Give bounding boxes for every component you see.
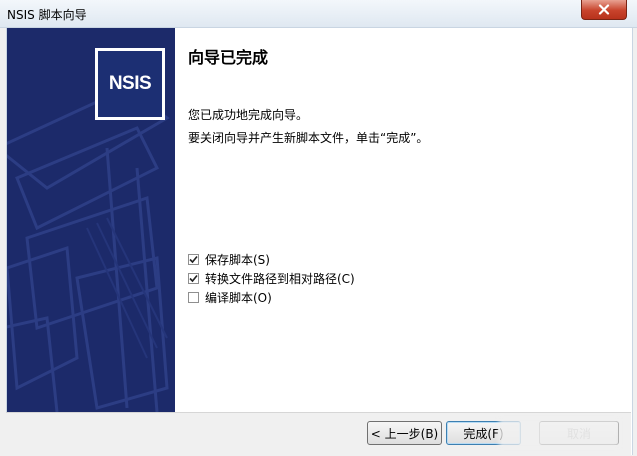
- checkmark-icon: [189, 255, 198, 264]
- button-bar: < 上一步(B) 完成(F) 取消: [6, 412, 631, 456]
- compile-script-label: 编译脚本(O): [205, 291, 272, 305]
- relative-paths-label: 转换文件路径到相对路径(C): [205, 272, 355, 286]
- compile-script-checkbox[interactable]: [188, 292, 199, 303]
- save-script-checkbox[interactable]: [188, 254, 199, 265]
- option-save-script[interactable]: 保存脚本(S): [188, 250, 355, 269]
- option-relative-paths[interactable]: 转换文件路径到相对路径(C): [188, 269, 355, 288]
- completion-message: 您已成功地完成向导。: [188, 108, 309, 122]
- checkmark-icon: [189, 274, 198, 283]
- save-script-label: 保存脚本(S): [205, 253, 270, 267]
- window-title: NSIS 脚本向导: [7, 8, 87, 22]
- close-button[interactable]: [581, 0, 627, 20]
- sidebar-banner: NSIS: [7, 28, 175, 412]
- main-content: 向导已完成 您已成功地完成向导。 要关闭向导并产生新脚本文件，单击“完成”。 保…: [175, 28, 632, 412]
- title-bar: NSIS 脚本向导: [0, 0, 637, 28]
- page-title: 向导已完成: [188, 48, 269, 67]
- options-group: 保存脚本(S) 转换文件路径到相对路径(C) 编译脚本(O): [188, 250, 355, 307]
- instruction-message: 要关闭向导并产生新脚本文件，单击“完成”。: [188, 131, 429, 145]
- back-button[interactable]: < 上一步(B): [367, 421, 442, 445]
- watermark-blur: [499, 419, 619, 447]
- close-icon: [598, 4, 610, 15]
- option-compile-script[interactable]: 编译脚本(O): [188, 288, 355, 307]
- wizard-body: NSIS 向导已完成 您已成功地完成向导。 要关闭向导并产生新脚本文件，单击“完…: [6, 28, 633, 455]
- nsis-logo: NSIS: [95, 48, 165, 120]
- relative-paths-checkbox[interactable]: [188, 273, 199, 284]
